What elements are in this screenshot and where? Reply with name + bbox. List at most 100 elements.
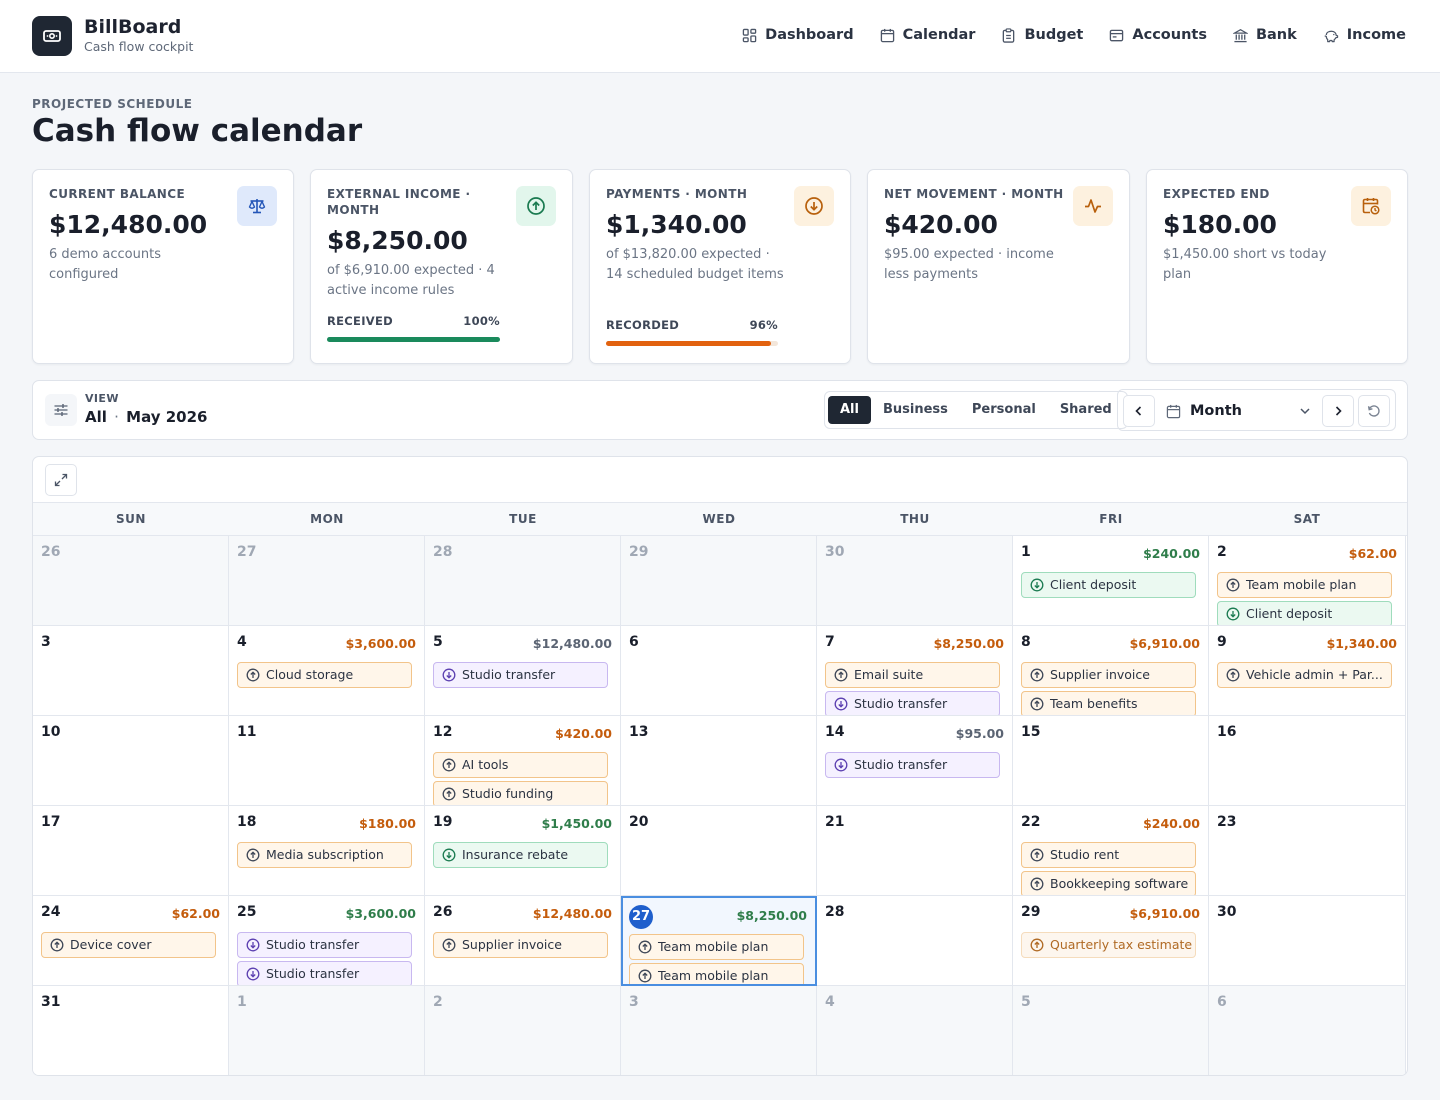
calendar-day[interactable]: 16 (1209, 716, 1406, 806)
event-chip[interactable]: Cloud storage (237, 662, 412, 688)
filter-personal[interactable]: Personal (960, 396, 1048, 424)
calendar-day[interactable]: 29 $6,910.00 Quarterly tax estimate (1013, 896, 1209, 986)
calendar-day[interactable]: 4 $3,600.00 Cloud storage (229, 626, 425, 716)
event-chip[interactable]: Supplier invoice (433, 932, 608, 958)
calendar-day[interactable]: 28 (425, 536, 621, 626)
calendar-day[interactable]: 30 (1209, 896, 1406, 986)
event-chip[interactable]: Quarterly tax estimate (1021, 932, 1196, 958)
calendar-day[interactable]: 6 (1209, 986, 1406, 1075)
calendar-day[interactable]: 6 (621, 626, 817, 716)
calendar-day[interactable]: 30 (817, 536, 1013, 626)
day-amount: $420.00 (555, 726, 612, 741)
event-chip[interactable]: Team mobile plan (1217, 572, 1392, 598)
calendar-day[interactable]: 31 (33, 986, 229, 1075)
event-chip[interactable]: Studio transfer (237, 932, 412, 958)
calendar-day[interactable]: 23 (1209, 806, 1406, 896)
day-amount: $12,480.00 (532, 906, 612, 921)
nav-budget[interactable]: Budget (1001, 22, 1083, 48)
day-number: 26 (433, 904, 453, 920)
event-chip[interactable]: Studio funding (433, 781, 608, 805)
event-chip[interactable]: Studio transfer (825, 752, 1000, 778)
calendar-day[interactable]: 14 $95.00 Studio transfer (817, 716, 1013, 806)
calendar-day[interactable]: 15 (1013, 716, 1209, 806)
event-chip[interactable]: Team benefits (1021, 691, 1196, 715)
calendar-day[interactable]: 19 $1,450.00 Insurance rebate (425, 806, 621, 896)
event-chip[interactable]: Bookkeeping software (1021, 871, 1196, 895)
event-label: Team mobile plan (658, 939, 769, 954)
filter-shared[interactable]: Shared (1048, 396, 1124, 424)
calendar-day[interactable]: 24 $62.00 Device cover (33, 896, 229, 986)
event-label: Supplier invoice (1050, 667, 1150, 682)
day-number: 21 (825, 814, 845, 830)
calendar-day[interactable]: 12 $420.00 AI tools Studio funding (425, 716, 621, 806)
arrow-up-circle-icon (1226, 578, 1240, 592)
calendar-day[interactable]: 5 $12,480.00 Studio transfer (425, 626, 621, 716)
expand-icon (54, 473, 68, 487)
event-chip[interactable]: Media subscription (237, 842, 412, 868)
reset-button[interactable] (1358, 395, 1390, 427)
prev-month-button[interactable] (1123, 395, 1155, 427)
event-chip[interactable]: Client deposit (1217, 601, 1392, 625)
calendar-day[interactable]: 1 (229, 986, 425, 1075)
event-chip[interactable]: Studio transfer (237, 961, 412, 985)
calendar-day[interactable]: 17 (33, 806, 229, 896)
period-select[interactable]: Month (1166, 396, 1316, 426)
event-chip[interactable]: AI tools (433, 752, 608, 778)
calendar-day[interactable]: 7 $8,250.00 Email suite Studio transfer (817, 626, 1013, 716)
event-chip[interactable]: Vehicle admin + Par... (1217, 662, 1392, 688)
calendar-day[interactable]: 5 (1013, 986, 1209, 1075)
event-chip[interactable]: Supplier invoice (1021, 662, 1196, 688)
expand-button[interactable] (45, 464, 77, 496)
event-label: Studio rent (1050, 847, 1120, 862)
event-chip[interactable]: Studio rent (1021, 842, 1196, 868)
top-bar: BillBoard Cash flow cockpit Dashboard Ca… (0, 0, 1440, 73)
event-chip[interactable]: Team mobile plan (629, 963, 804, 984)
calendar-day[interactable]: 28 (817, 896, 1013, 986)
event-chip[interactable]: Client deposit (1021, 572, 1196, 598)
brand[interactable]: BillBoard Cash flow cockpit (32, 16, 193, 56)
event-chip[interactable]: Team mobile plan (629, 934, 804, 960)
calendar-day[interactable]: 26 $12,480.00 Supplier invoice (425, 896, 621, 986)
calendar-day[interactable]: 21 (817, 806, 1013, 896)
event-label: Studio transfer (462, 667, 556, 682)
calendar-day[interactable]: 3 (621, 986, 817, 1075)
calendar-day[interactable]: 4 (817, 986, 1013, 1075)
nav-calendar[interactable]: Calendar (880, 22, 975, 48)
next-month-button[interactable] (1322, 395, 1354, 427)
filter-business[interactable]: Business (871, 396, 960, 424)
calendar-day[interactable]: 11 (229, 716, 425, 806)
calendar-day-today[interactable]: 27 $8,250.00 Team mobile plan Team mobile p… (621, 896, 817, 986)
calendar-day[interactable]: 18 $180.00 Media subscription (229, 806, 425, 896)
calendar-day[interactable]: 3 (33, 626, 229, 716)
calendar-day[interactable]: 2 (425, 986, 621, 1075)
calendar-day[interactable]: 20 (621, 806, 817, 896)
nav-dashboard[interactable]: Dashboard (742, 22, 854, 48)
calendar-day[interactable]: 10 (33, 716, 229, 806)
event-chip[interactable]: Studio transfer (433, 662, 608, 688)
calendar-day[interactable]: 1 $240.00 Client deposit (1013, 536, 1209, 626)
event-chip[interactable]: Device cover (41, 932, 216, 958)
event-chip[interactable]: Studio transfer (825, 691, 1000, 715)
weekday-tue: TUE (509, 512, 537, 526)
event-chip[interactable]: Email suite (825, 662, 1000, 688)
nav-income[interactable]: Income (1323, 22, 1406, 48)
filter-all[interactable]: All (828, 396, 871, 424)
nav-accounts[interactable]: Accounts (1109, 22, 1207, 48)
calendar-day[interactable]: 27 (229, 536, 425, 626)
event-label: Vehicle admin + Par... (1246, 667, 1383, 682)
calendar-day[interactable]: 29 (621, 536, 817, 626)
activity-icon (1073, 186, 1113, 226)
event-chip[interactable]: Insurance rebate (433, 842, 608, 868)
calendar-day[interactable]: 22 $240.00 Studio rent Bookkeeping software (1013, 806, 1209, 896)
calendar-day[interactable]: 8 $6,910.00 Supplier invoice Team benefits (1013, 626, 1209, 716)
calendar-day[interactable]: 2 $62.00 Team mobile plan Client deposit (1209, 536, 1406, 626)
calendar-day[interactable]: 9 $1,340.00 Vehicle admin + Par... (1209, 626, 1406, 716)
day-number: 29 (629, 544, 649, 560)
nav-bank[interactable]: Bank (1232, 22, 1297, 48)
sliders-icon[interactable] (45, 394, 77, 426)
card-value: $12,480.00 (49, 210, 208, 239)
calendar-day[interactable]: 13 (621, 716, 817, 806)
progress-bar (327, 337, 500, 342)
calendar-day[interactable]: 25 $3,600.00 Studio transfer Studio transfe… (229, 896, 425, 986)
calendar-day[interactable]: 26 (33, 536, 229, 626)
